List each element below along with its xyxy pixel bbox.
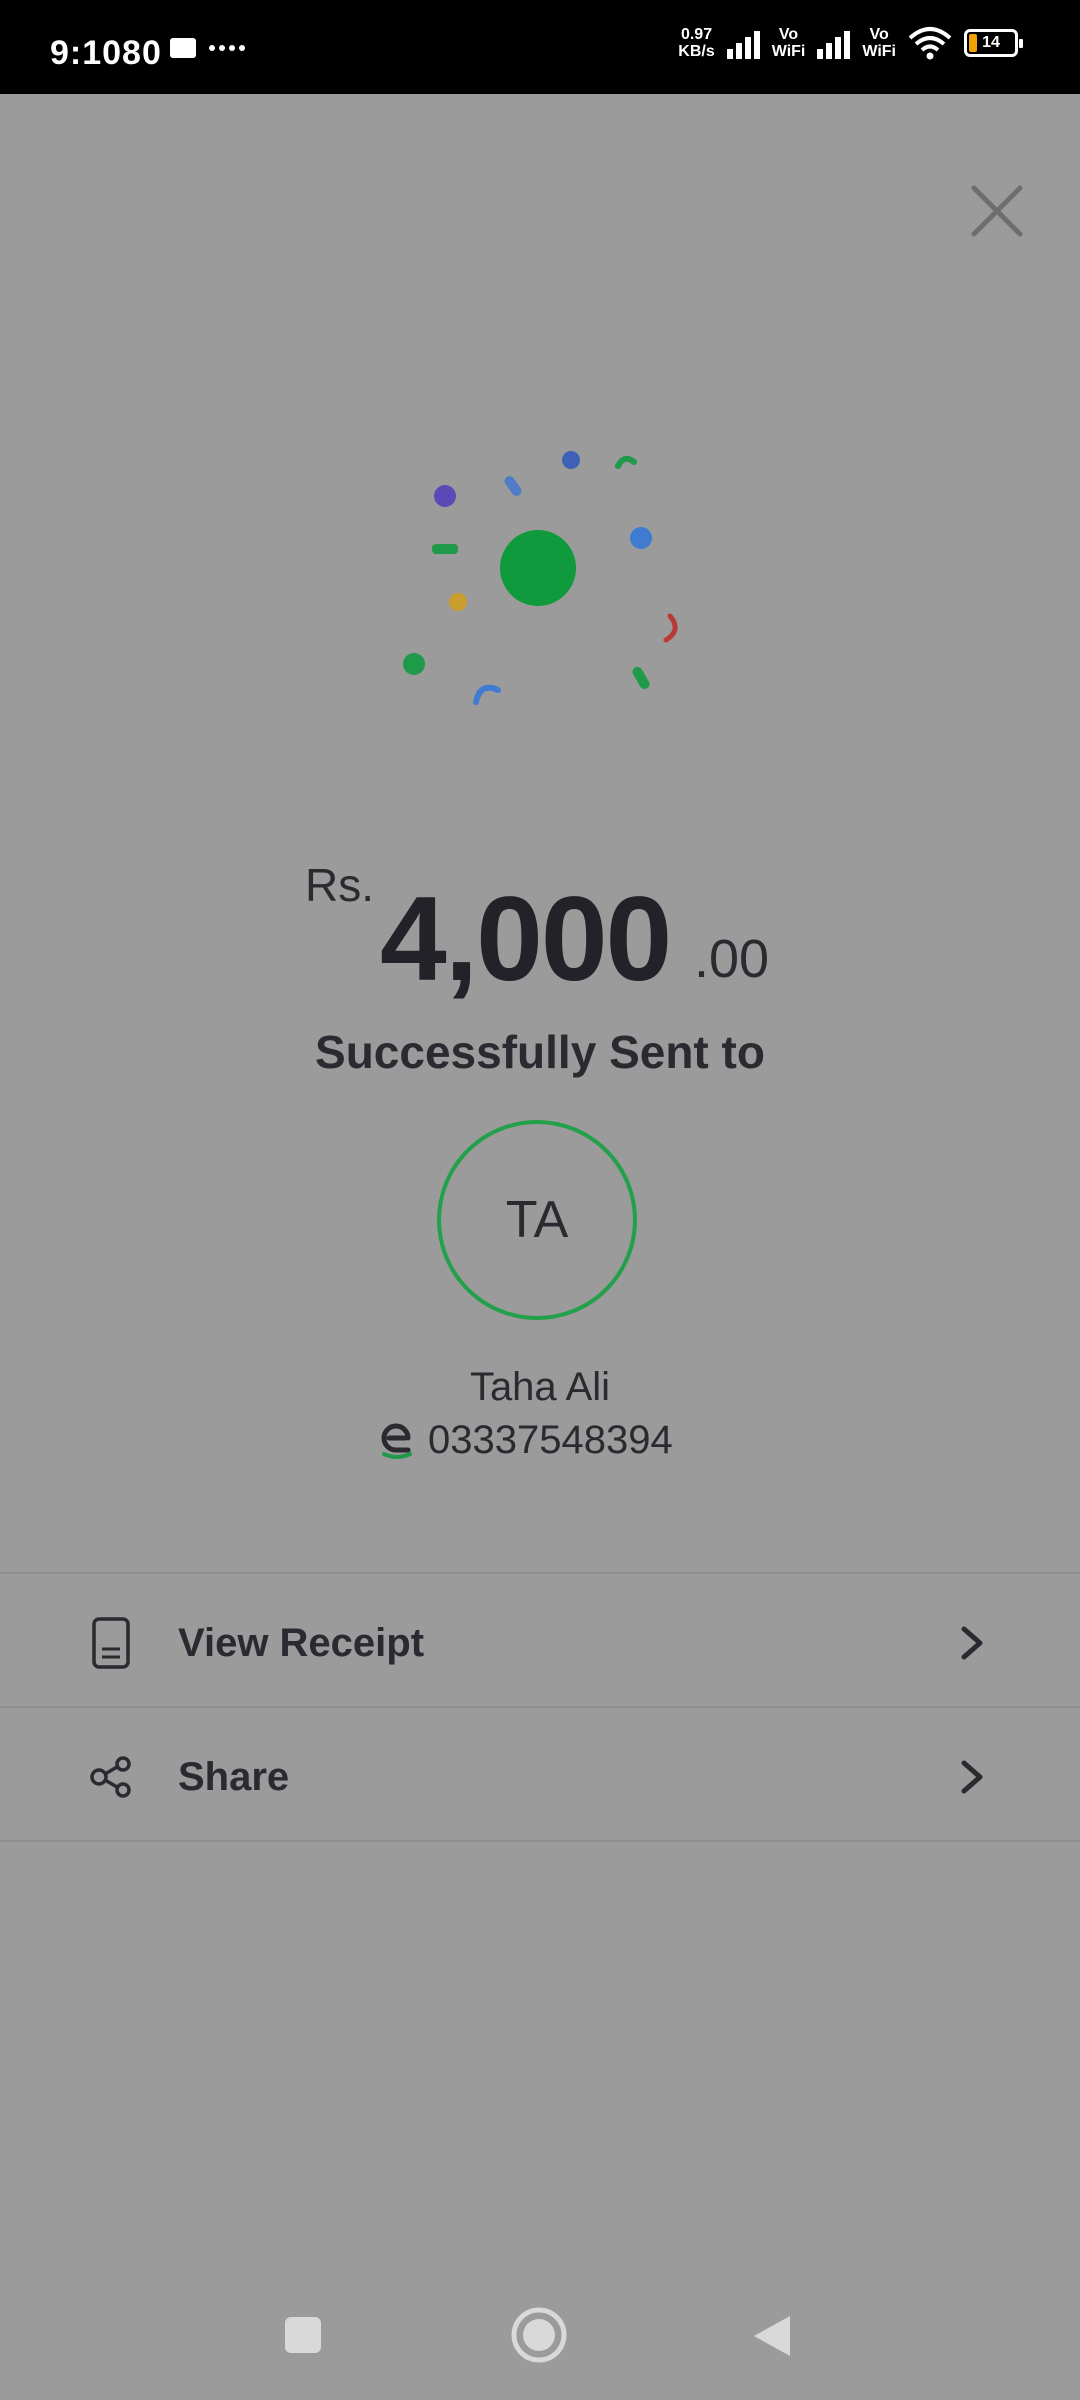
confetti-icon: [403, 451, 678, 705]
more-dots-icon: [209, 45, 245, 51]
chevron-right-icon: [961, 1760, 983, 1794]
signal-icon: [817, 27, 851, 59]
chevron-right-icon: [961, 1626, 983, 1660]
battery-icon: 14: [964, 29, 1023, 57]
view-receipt-label: View Receipt: [178, 1620, 425, 1665]
vowifi-label-2: Vo WiFi: [862, 26, 896, 60]
system-nav-bar: [0, 2270, 1080, 2400]
divider: [0, 1706, 1080, 1708]
status-bar: 9:1080 0.97 KB/s Vo WiFi Vo WiFi 14: [0, 0, 1080, 94]
net-speed: 0.97 KB/s: [678, 26, 714, 60]
receipt-icon: [88, 1615, 134, 1671]
recipient-name: Taha Ali: [469, 1365, 611, 1409]
home-icon[interactable]: [510, 2306, 568, 2364]
amount-minor: .00: [694, 929, 770, 989]
recent-apps-icon[interactable]: [282, 2314, 324, 2356]
share-row[interactable]: Share: [0, 1712, 1080, 1842]
amount-display: Rs. 4,000 .00: [0, 850, 1080, 1010]
recipient-phone: 03337548394: [428, 1418, 673, 1462]
divider: [0, 1572, 1080, 1574]
avatar: TA: [437, 1120, 637, 1320]
battery-level: 14: [982, 34, 1000, 51]
vowifi-label-1: Vo WiFi: [771, 26, 806, 60]
share-label: Share: [178, 1754, 290, 1799]
close-icon[interactable]: [966, 180, 1028, 242]
share-icon: [88, 1749, 134, 1805]
status-time: 9:1080: [50, 34, 162, 72]
message-icon: [170, 38, 196, 58]
back-icon[interactable]: [750, 2312, 794, 2360]
easypaisa-icon: [381, 1423, 412, 1459]
wifi-icon: [908, 27, 952, 60]
currency-label: Rs.: [305, 859, 374, 911]
status-left-icons: [168, 36, 248, 60]
status-right-icons: 0.97 KB/s Vo WiFi Vo WiFi 14: [678, 26, 1023, 60]
net-speed-unit: KB/s: [678, 43, 715, 60]
view-receipt-row[interactable]: View Receipt: [0, 1578, 1080, 1708]
net-speed-value: 0.97: [680, 26, 713, 43]
amount-major: 4,000: [380, 872, 672, 1006]
status-text: Successfully Sent to: [315, 1026, 765, 1078]
divider: [0, 1840, 1080, 1842]
signal-icon: [726, 27, 760, 59]
recipient-phone-row: 03337548394: [380, 1418, 673, 1463]
